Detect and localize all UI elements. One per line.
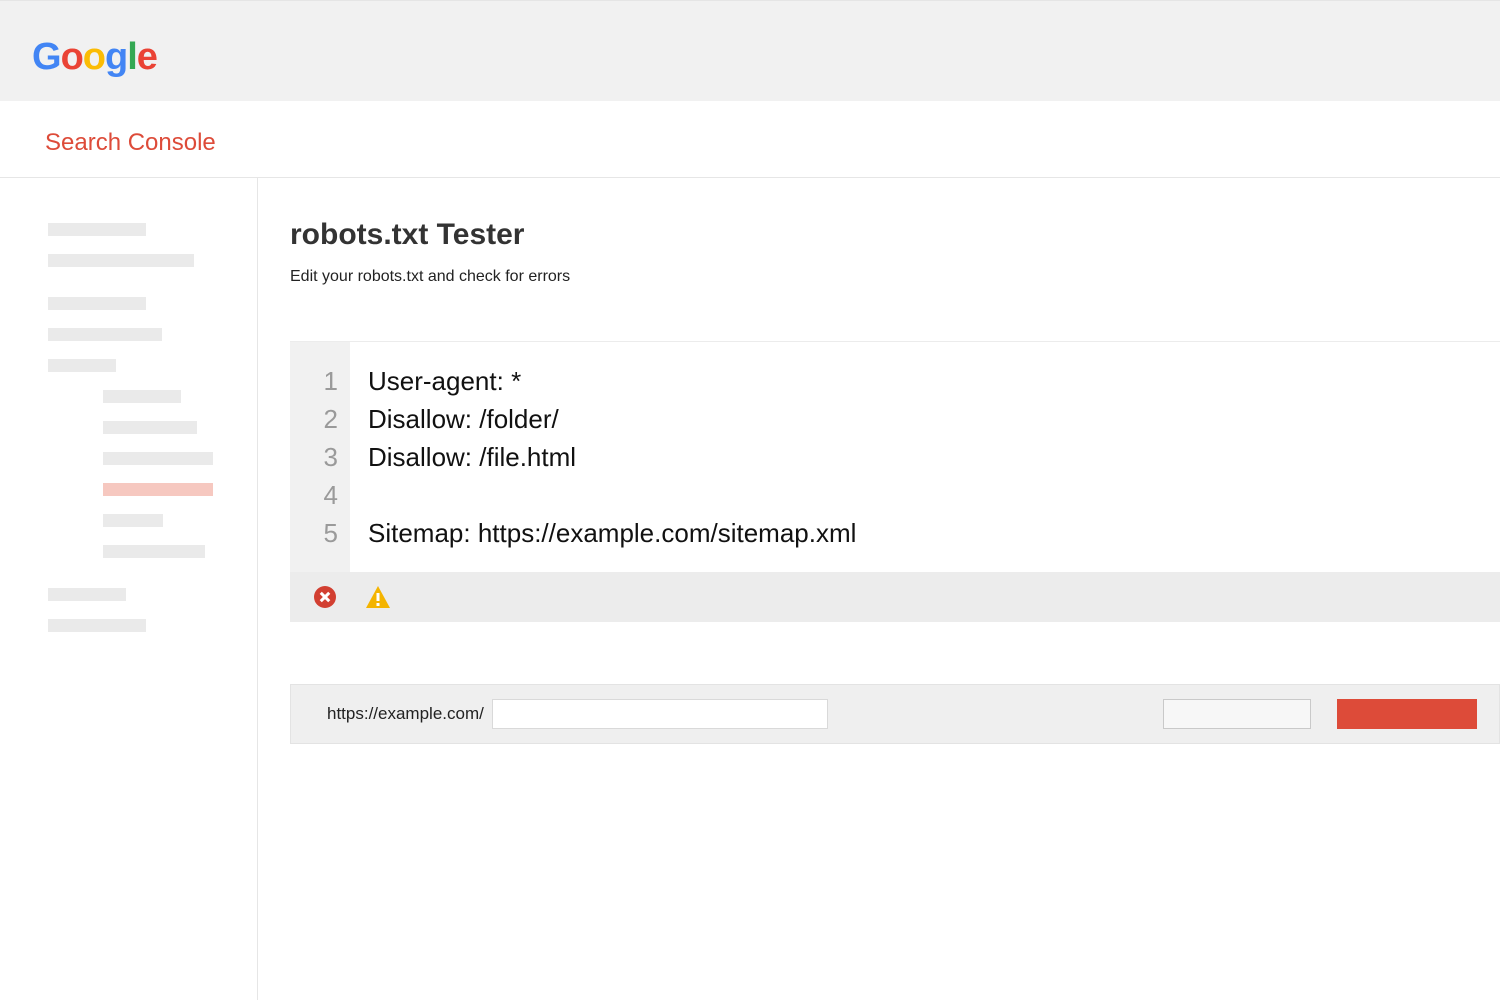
error-icon xyxy=(314,586,336,608)
main-content: robots.txt Tester Edit your robots.txt a… xyxy=(258,178,1500,1000)
sidebar-item[interactable] xyxy=(48,359,116,372)
sidebar-item[interactable] xyxy=(48,328,162,341)
sidebar-item[interactable] xyxy=(48,619,146,632)
line-text[interactable]: Sitemap: https://example.com/sitemap.xml xyxy=(350,514,856,552)
sidebar-subitem[interactable] xyxy=(103,545,205,558)
editor-line[interactable]: 4 xyxy=(290,476,1500,514)
warning-icon xyxy=(366,586,390,608)
line-text[interactable]: Disallow: /file.html xyxy=(350,438,576,476)
product-name: Search Console xyxy=(45,129,1500,157)
layout: robots.txt Tester Edit your robots.txt a… xyxy=(0,178,1500,1000)
line-number: 4 xyxy=(290,476,350,514)
test-button[interactable] xyxy=(1337,699,1477,729)
product-bar: Search Console xyxy=(0,101,1500,178)
editor-line[interactable]: 5 Sitemap: https://example.com/sitemap.x… xyxy=(290,514,1500,552)
line-number: 3 xyxy=(290,438,350,476)
page-subtitle: Edit your robots.txt and check for error… xyxy=(290,268,1500,286)
url-input[interactable] xyxy=(492,699,829,729)
sidebar-item[interactable] xyxy=(48,254,194,267)
top-bar: Google xyxy=(0,0,1500,101)
editor-line[interactable]: 1 User-agent: * xyxy=(290,362,1500,400)
google-logo: Google xyxy=(32,36,1500,79)
url-prefix: https://example.com/ xyxy=(327,704,484,724)
line-number: 1 xyxy=(290,362,350,400)
url-tester-bar: https://example.com/ xyxy=(290,684,1500,744)
sidebar-subitem-active[interactable] xyxy=(103,483,213,496)
sidebar-item[interactable] xyxy=(48,588,126,601)
sidebar-item[interactable] xyxy=(48,297,146,310)
line-number: 5 xyxy=(290,514,350,552)
sidebar-subitem[interactable] xyxy=(103,390,181,403)
status-bar xyxy=(290,572,1500,622)
line-text[interactable] xyxy=(350,476,368,514)
line-number: 2 xyxy=(290,400,350,438)
line-text[interactable]: User-agent: * xyxy=(350,362,521,400)
editor-line[interactable]: 2 Disallow: /folder/ xyxy=(290,400,1500,438)
user-agent-select[interactable] xyxy=(1163,699,1311,729)
editor-line[interactable]: 3 Disallow: /file.html xyxy=(290,438,1500,476)
sidebar xyxy=(0,178,258,1000)
line-text[interactable]: Disallow: /folder/ xyxy=(350,400,559,438)
sidebar-subitem[interactable] xyxy=(103,514,163,527)
sidebar-item[interactable] xyxy=(48,223,146,236)
robots-editor[interactable]: 1 User-agent: * 2 Disallow: /folder/ 3 D… xyxy=(290,341,1500,572)
sidebar-subitem[interactable] xyxy=(103,452,213,465)
page-title: robots.txt Tester xyxy=(290,218,1500,252)
sidebar-subitem[interactable] xyxy=(103,421,197,434)
